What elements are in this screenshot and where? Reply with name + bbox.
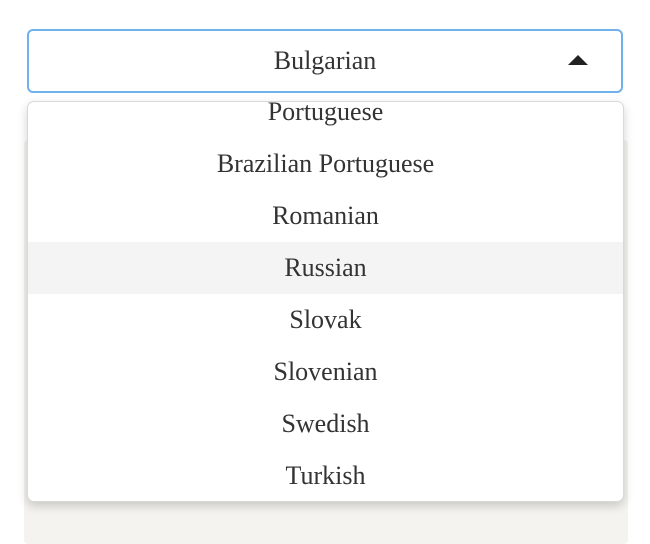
language-dropdown-list[interactable]: Portuguese Brazilian Portuguese Romanian… [27,101,624,502]
option-slovenian[interactable]: Slovenian [28,346,623,398]
option-romanian[interactable]: Romanian [28,190,623,242]
selected-language: Bulgarian [273,46,377,75]
option-list: Portuguese Brazilian Portuguese Romanian… [28,102,623,501]
language-select[interactable]: Bulgarian [27,29,623,93]
option-russian[interactable]: Russian [28,242,623,294]
option-brazilian-portuguese[interactable]: Brazilian Portuguese [28,138,623,190]
option-slovak[interactable]: Slovak [28,294,623,346]
option-turkish[interactable]: Turkish [28,450,623,501]
option-portuguese[interactable]: Portuguese [28,102,623,138]
option-swedish[interactable]: Swedish [28,398,623,450]
caret-up-icon [568,55,588,65]
